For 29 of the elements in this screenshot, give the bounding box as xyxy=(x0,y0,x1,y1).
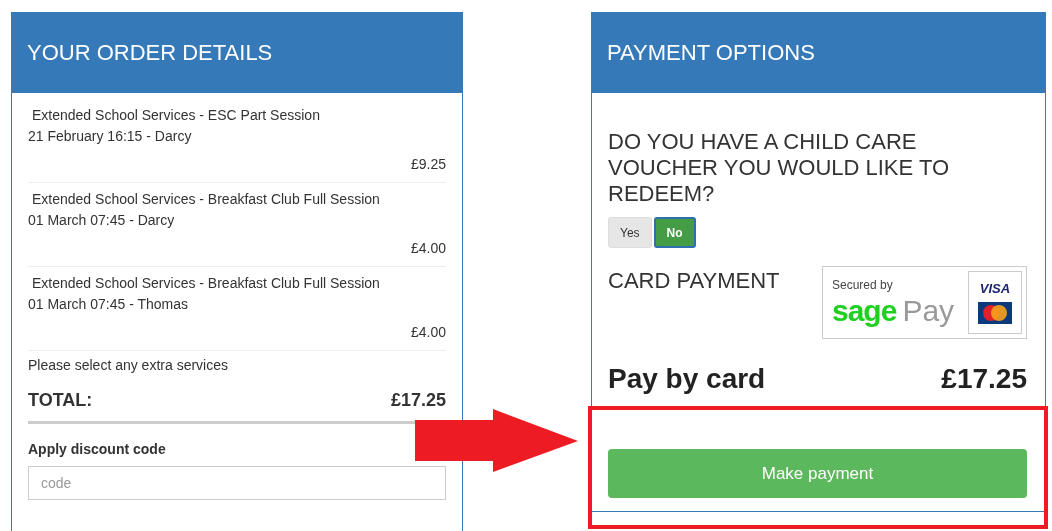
card-payment-heading: CARD PAYMENT xyxy=(608,268,780,294)
item-name: Extended School Services - Breakfast Club Full Session xyxy=(31,190,380,209)
total-label: TOTAL: xyxy=(28,390,93,411)
selected-option-button[interactable]: No xyxy=(653,217,696,248)
item-date: 01 March 07:45 - Darcy xyxy=(28,211,175,230)
item-price: £9.25 xyxy=(410,155,446,174)
total-amount: £17.25 xyxy=(390,390,446,411)
make-payment-button[interactable]: Make payment xyxy=(608,449,1027,498)
card-icon xyxy=(978,302,1012,324)
secured-by-text: Secured by xyxy=(832,277,893,292)
panel-header: PAYMENT OPTIONS xyxy=(591,12,1046,93)
pay-label: Pay by card xyxy=(608,363,766,395)
voucher-question: DO YOU HAVE A CHILD CARE VOUCHER YOU WOULD LIKE TO REDEEM? xyxy=(608,129,951,207)
brand-text: sage xyxy=(832,293,897,328)
item-price: £4.00 xyxy=(410,323,446,342)
item-date: 01 March 07:45 - Thomas xyxy=(28,295,189,314)
brand-text: Pay xyxy=(902,293,955,328)
item-price: £4.00 xyxy=(410,239,446,258)
pay-amount: £17.25 xyxy=(941,363,1027,395)
item-name: Extended School Services - Breakfast Club Full Session xyxy=(31,274,380,293)
arrow-icon xyxy=(415,409,579,473)
discount-code-field[interactable]: code xyxy=(28,466,446,500)
panel-header: YOUR ORDER DETAILS xyxy=(11,12,463,93)
card-brand-text: VISA xyxy=(979,281,1011,296)
extras-prompt: Please select any extra services xyxy=(28,357,228,373)
discount-label: Apply discount code xyxy=(28,441,166,457)
item-name: Extended School Services - ESC Part Session xyxy=(31,106,320,125)
item-date: 21 February 16:15 - Darcy xyxy=(28,127,192,146)
option-button[interactable]: Yes xyxy=(608,217,652,248)
